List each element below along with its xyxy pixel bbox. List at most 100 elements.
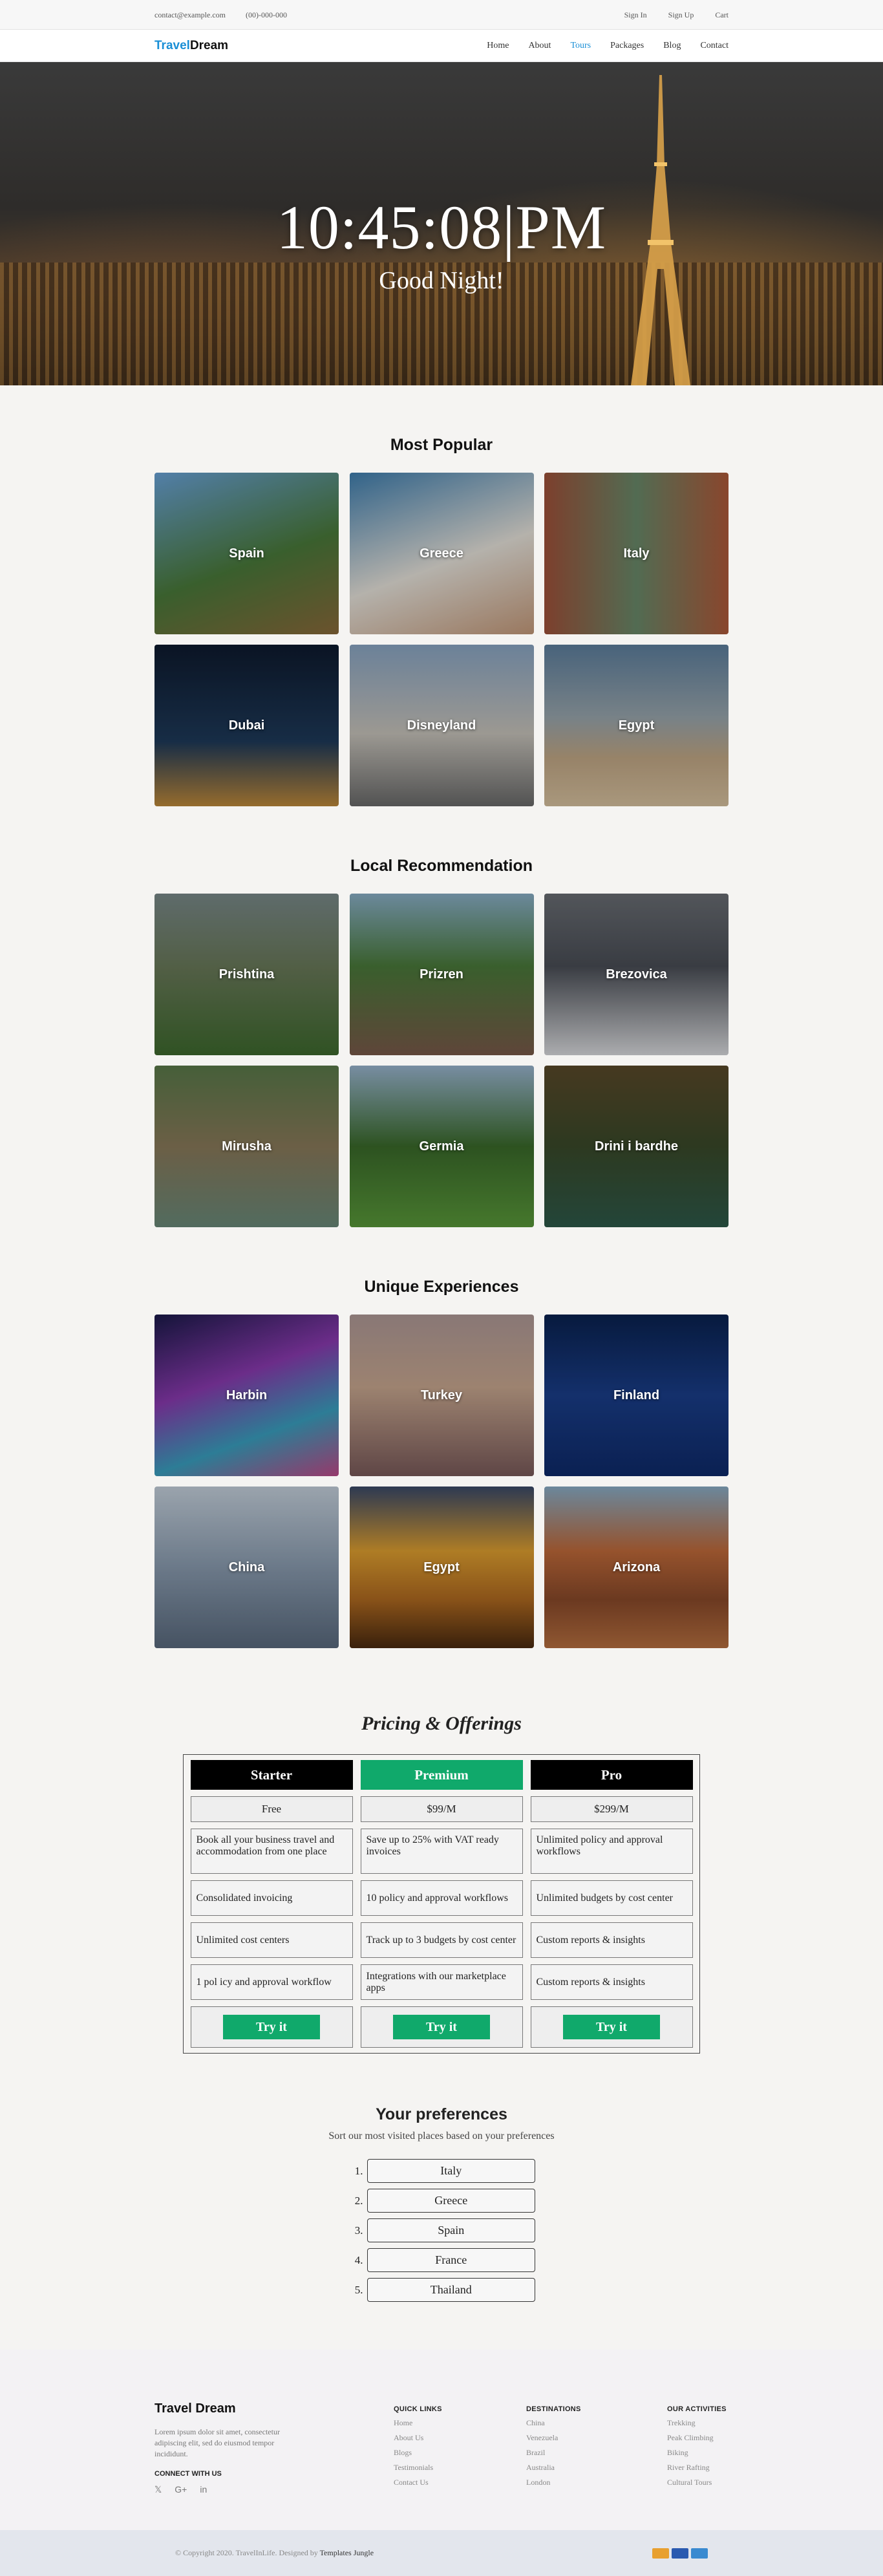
destination-card-greece[interactable]: Greece: [349, 473, 534, 634]
item-number: 5.: [354, 2283, 363, 2296]
destination-card-disneyland[interactable]: Disneyland: [349, 645, 534, 806]
preferences-list: 1. Italy 2. Greece 3. Spain 4. France 5. Thai…: [348, 2159, 535, 2302]
plan-feature: Custom reports & insights: [530, 1922, 693, 1958]
footer-link-brazil[interactable]: Brazil: [526, 2448, 667, 2458]
footer-link-blogs[interactable]: Blogs: [394, 2448, 526, 2458]
try-it-button-starter[interactable]: Try it: [223, 2015, 320, 2039]
plan-feature: 1 pol icy and approval workflow: [190, 1964, 353, 2000]
footer-heading: QUICK LINKS: [394, 2405, 442, 2413]
card-label: Prizren: [420, 967, 463, 982]
try-it-button-premium[interactable]: Try it: [393, 2015, 490, 2039]
footer-link-trekking[interactable]: Trekking: [667, 2418, 729, 2428]
preference-item-thailand[interactable]: Thailand: [367, 2278, 535, 2302]
hero-banner: 10:45:08|PM Good Night!: [0, 62, 883, 385]
card-label: Arizona: [612, 1560, 661, 1574]
destination-card-dubai[interactable]: Dubai: [154, 645, 339, 806]
contact-phone[interactable]: (00)-000-000: [246, 10, 287, 19]
logo-part-dream: Dream: [189, 39, 229, 52]
card-label: Egypt: [423, 1560, 460, 1574]
try-it-button-pro[interactable]: Try it: [563, 2015, 660, 2039]
list-item: 5. Thailand: [348, 2278, 535, 2302]
footer-link-peak-climbing[interactable]: Peak Climbing: [667, 2433, 729, 2443]
signup-link[interactable]: Sign Up: [668, 10, 694, 19]
preferences-section: Your preferences Sort our most visited p…: [0, 2105, 883, 2302]
footer-link-about[interactable]: About Us: [394, 2433, 526, 2443]
nav-tours[interactable]: Tours: [570, 41, 591, 51]
linkedin-icon[interactable]: in: [200, 2484, 207, 2495]
footer-link-river-rafting[interactable]: River Rafting: [667, 2463, 729, 2473]
plan-feature: Custom reports & insights: [530, 1964, 693, 2000]
nav-about[interactable]: About: [528, 41, 551, 51]
destination-card-arizona[interactable]: Arizona: [544, 1487, 729, 1648]
destination-card-egypt-desert[interactable]: Egypt: [349, 1487, 534, 1648]
site-logo[interactable]: TravelDream: [154, 39, 228, 53]
list-item: 4. France: [348, 2248, 535, 2272]
destination-card-egypt[interactable]: Egypt: [544, 645, 729, 806]
plan-feature: Consolidated invoicing: [190, 1880, 353, 1916]
footer-activities: OUR ACTIVITIES Trekking Peak Climbing Bi…: [667, 2401, 729, 2495]
footer-brand-column: Travel Dream Lorem ipsum dolor sit amet,…: [154, 2401, 394, 2495]
twitter-icon[interactable]: 𝕏: [154, 2484, 162, 2495]
footer-link-home[interactable]: Home: [394, 2418, 526, 2428]
card-label: Mirusha: [222, 1139, 271, 1154]
preference-item-france[interactable]: France: [367, 2248, 535, 2272]
footer-link-biking[interactable]: Biking: [667, 2448, 729, 2458]
copyright-bar: © Copyright 2020. TravelInLife. Designed…: [0, 2530, 883, 2576]
site-footer: Travel Dream Lorem ipsum dolor sit amet,…: [0, 2350, 883, 2530]
preference-item-greece[interactable]: Greece: [367, 2189, 535, 2213]
plan-pro: Pro $299/M Unlimited policy and approval…: [530, 1760, 693, 2048]
destination-card-turkey[interactable]: Turkey: [349, 1315, 534, 1476]
destination-card-spain[interactable]: Spain: [154, 473, 339, 634]
destination-card-germia[interactable]: Germia: [349, 1066, 534, 1227]
footer-heading: DESTINATIONS: [526, 2405, 581, 2413]
google-plus-icon[interactable]: G+: [175, 2484, 187, 2495]
contact-email[interactable]: contact@example.com: [154, 10, 226, 19]
nav-blog[interactable]: Blog: [663, 41, 681, 51]
footer-link-testimonials[interactable]: Testimonials: [394, 2463, 526, 2473]
card-label: Drini i bardhe: [595, 1139, 678, 1154]
signin-link[interactable]: Sign In: [624, 10, 647, 19]
connect-heading: CONNECT WITH US: [154, 2470, 222, 2478]
footer-link-cultural-tours[interactable]: Cultural Tours: [667, 2478, 729, 2487]
cart-link[interactable]: Cart: [715, 10, 729, 19]
destination-card-china[interactable]: China: [154, 1487, 339, 1648]
destination-card-mirusha[interactable]: Mirusha: [154, 1066, 339, 1227]
mastercard-icon: [652, 2548, 669, 2559]
footer-link-contact[interactable]: Contact Us: [394, 2478, 526, 2487]
destination-card-prizren[interactable]: Prizren: [349, 894, 534, 1055]
footer-link-venezuela[interactable]: Venezuela: [526, 2433, 667, 2443]
destination-card-prishtina[interactable]: Prishtina: [154, 894, 339, 1055]
social-links: 𝕏 G+ in: [154, 2484, 394, 2495]
nav-home[interactable]: Home: [487, 41, 509, 51]
card-label: China: [228, 1560, 265, 1574]
top-bar: contact@example.com (00)-000-000 Sign In…: [0, 0, 883, 30]
item-number: 1.: [354, 2164, 363, 2177]
card-label: Harbin: [226, 1388, 268, 1402]
plan-feature: Save up to 25% with VAT ready invoices: [360, 1829, 523, 1874]
destination-card-brezovica[interactable]: Brezovica: [544, 894, 729, 1055]
destination-card-italy[interactable]: Italy: [544, 473, 729, 634]
preferences-subtitle: Sort our most visited places based on yo…: [328, 2131, 555, 2141]
item-number: 2.: [354, 2194, 363, 2207]
plan-name: Pro: [530, 1760, 693, 1790]
unique-experiences-section: Unique Experiences Harbin Turkey Finland…: [154, 1278, 729, 1648]
designer-link[interactable]: Templates Jungle: [320, 2548, 374, 2557]
destination-card-finland[interactable]: Finland: [544, 1315, 729, 1476]
card-label: Greece: [420, 546, 463, 561]
preference-item-spain[interactable]: Spain: [367, 2218, 535, 2242]
most-popular-section: Most Popular Spain Greece Italy Dubai Di…: [154, 436, 729, 806]
nav-packages[interactable]: Packages: [610, 41, 644, 51]
preference-item-italy[interactable]: Italy: [367, 2159, 535, 2183]
footer-link-china[interactable]: China: [526, 2418, 667, 2428]
main-nav: TravelDream Home About Tours Packages Bl…: [0, 30, 883, 62]
footer-heading: OUR ACTIVITIES: [667, 2405, 727, 2413]
destination-card-harbin[interactable]: Harbin: [154, 1315, 339, 1476]
plan-feature: 10 policy and approval workflows: [360, 1880, 523, 1916]
plan-cta-cell: Try it: [530, 2006, 693, 2048]
item-number: 3.: [354, 2224, 363, 2237]
nav-contact[interactable]: Contact: [700, 41, 729, 51]
destination-card-drini[interactable]: Drini i bardhe: [544, 1066, 729, 1227]
footer-link-australia[interactable]: Australia: [526, 2463, 667, 2473]
footer-link-london[interactable]: London: [526, 2478, 667, 2487]
card-label: Dubai: [228, 718, 265, 733]
